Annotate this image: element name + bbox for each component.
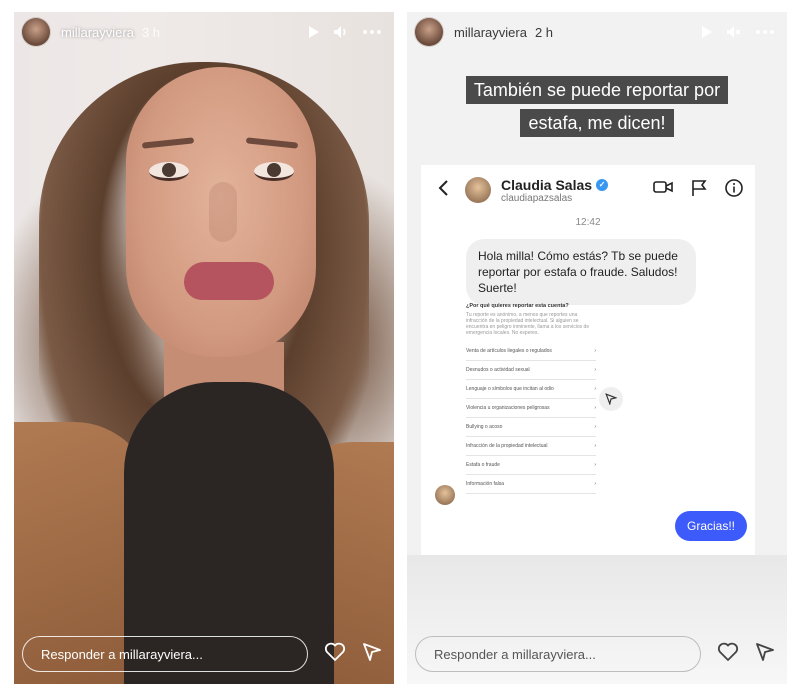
- play-icon[interactable]: [699, 25, 713, 39]
- report-subtitle: Tu reporte es anónimo, a menos que repor…: [466, 312, 590, 336]
- contact-avatar: [465, 177, 491, 203]
- dm-header: Claudia Salas ✓ claudiapazsalas: [421, 165, 755, 215]
- story-right[interactable]: millarayviera 2 h También se puede repor…: [407, 12, 787, 684]
- verified-icon: ✓: [596, 178, 609, 191]
- lips: [184, 262, 274, 300]
- send-icon[interactable]: [362, 642, 382, 667]
- play-icon[interactable]: [306, 25, 320, 39]
- contact-avatar-small: [435, 485, 455, 505]
- report-option: Bullying o acoso ›: [466, 418, 596, 437]
- send-icon[interactable]: [755, 642, 775, 667]
- story-caption: También se puede reportar por estafa, me…: [464, 74, 730, 140]
- contact-name: Claudia Salas: [501, 176, 593, 193]
- incoming-message: Hola milla! Cómo estás? Tb se puede repo…: [466, 239, 696, 305]
- story-left[interactable]: millarayviera 3 h Responder a millarayvi…: [14, 12, 394, 684]
- eye-left: [149, 162, 189, 181]
- username[interactable]: millarayviera: [61, 25, 134, 40]
- caption-text: También se puede reportar por estafa, me…: [465, 76, 729, 137]
- report-option: Información falsa ›: [466, 475, 596, 494]
- flag-icon: [691, 179, 707, 202]
- muted-icon[interactable]: [726, 25, 742, 39]
- report-option: Lenguaje o símbolos que incitan al odio ›: [466, 380, 596, 399]
- report-option: Violencia u organizaciones peligrosas ›: [466, 399, 596, 418]
- avatar[interactable]: [414, 17, 444, 47]
- reply-input[interactable]: Responder a millarayviera...: [415, 636, 701, 672]
- outgoing-message: Gracias!!: [674, 511, 747, 541]
- username[interactable]: millarayviera: [454, 25, 527, 40]
- story-header: millarayviera 2 h: [407, 12, 787, 52]
- story-header: millarayviera 3 h: [14, 12, 394, 52]
- volume-icon[interactable]: [333, 25, 349, 39]
- story-footer: Responder a millarayviera...: [14, 624, 394, 684]
- story-footer: Responder a millarayviera...: [407, 624, 787, 684]
- report-option: Infracción de la propiedad intelectual ›: [466, 437, 596, 456]
- heart-icon[interactable]: [717, 642, 739, 667]
- reply-input[interactable]: Responder a millarayviera...: [22, 636, 308, 672]
- video-call-icon: [653, 179, 673, 202]
- contact-handle: claudiapazsalas: [501, 192, 573, 204]
- message-timestamp: 12:42: [575, 217, 601, 228]
- story-time: 2 h: [534, 24, 554, 40]
- report-screenshot: ¿Por qué quieres reportar esta cuenta? T…: [466, 303, 596, 494]
- heart-icon[interactable]: [324, 642, 346, 667]
- report-option: Desnudos o actividad sexual ›: [466, 361, 596, 380]
- more-icon[interactable]: [362, 29, 382, 35]
- report-title: ¿Por qué quieres reportar esta cuenta?: [466, 303, 569, 309]
- story-time: 3 h: [141, 24, 161, 40]
- dm-screenshot: Claudia Salas ✓ claudiapazsalas 12:42 Ho…: [421, 165, 755, 555]
- share-icon: [599, 387, 623, 411]
- report-option: Venta de artículos ilegales o regulados ›: [466, 342, 596, 361]
- info-icon: [725, 178, 743, 202]
- report-option: Estafa o fraude ›: [466, 456, 596, 475]
- back-arrow-icon: [437, 179, 449, 202]
- avatar[interactable]: [21, 17, 51, 47]
- eye-right: [254, 162, 294, 181]
- more-icon[interactable]: [755, 29, 775, 35]
- nose: [209, 182, 237, 242]
